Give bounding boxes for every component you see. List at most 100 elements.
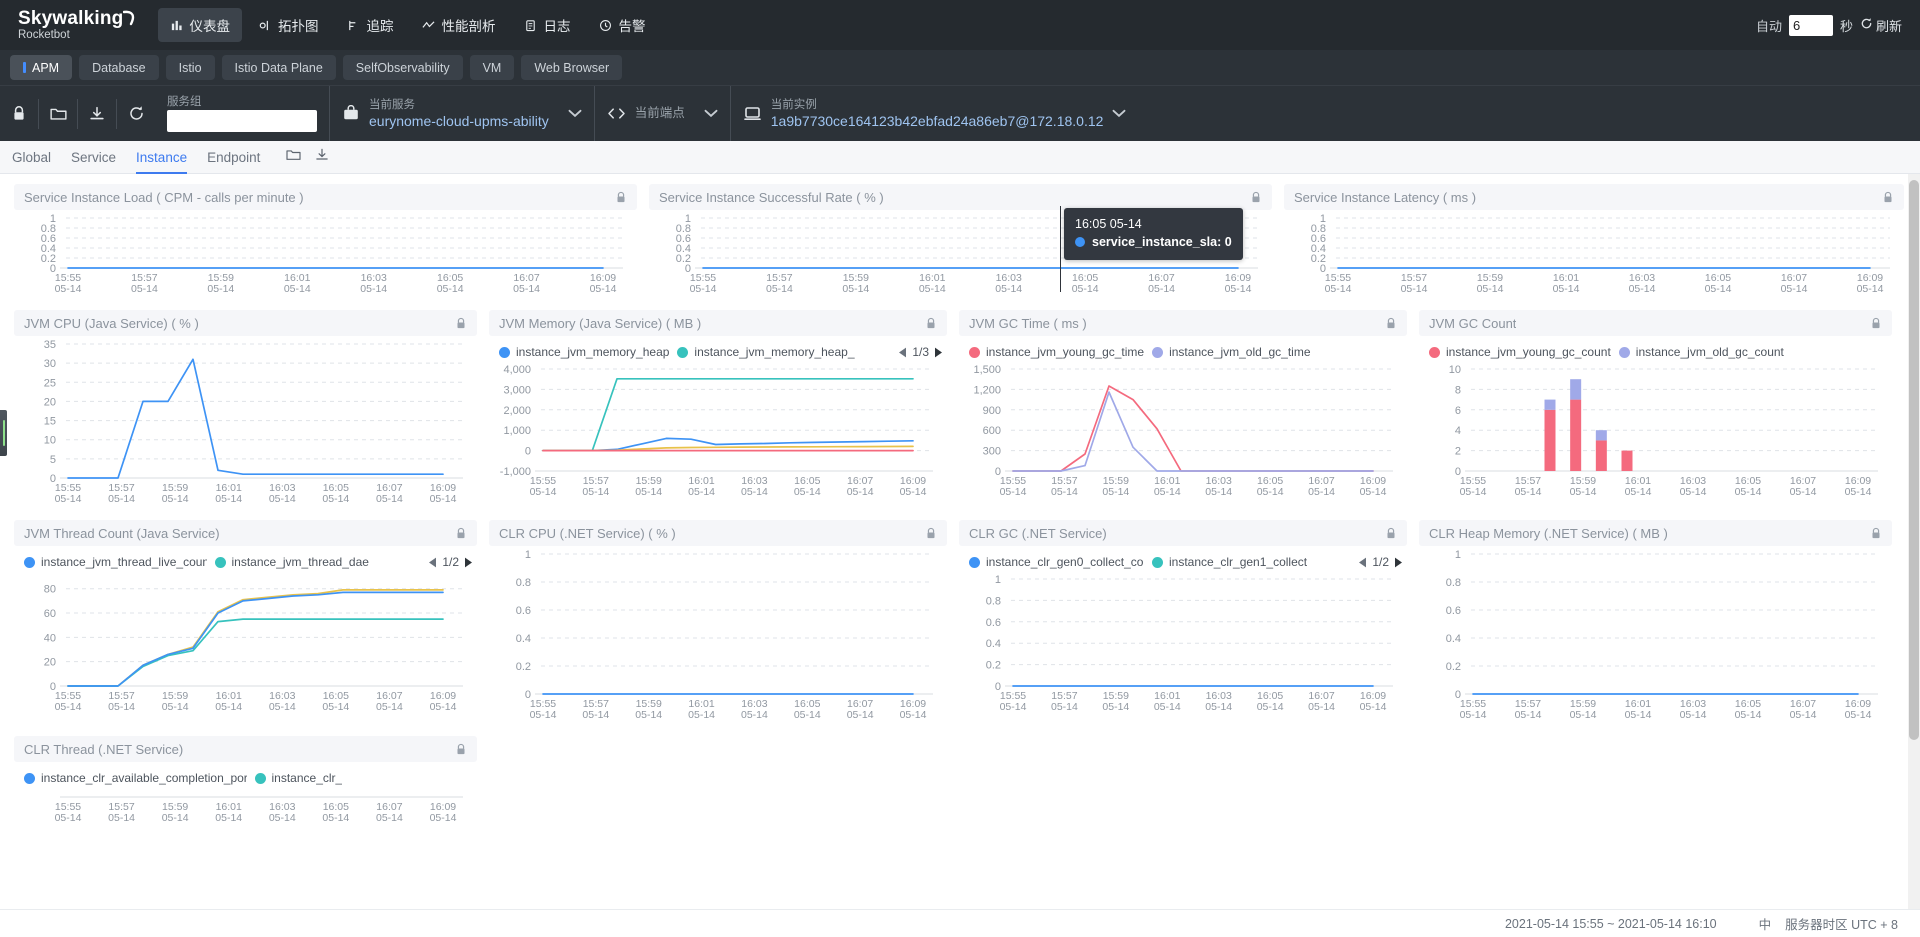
download-button[interactable] xyxy=(78,86,116,142)
chart-title: JVM Thread Count (Java Service) xyxy=(24,525,220,541)
folder-button[interactable] xyxy=(39,86,77,142)
chart-legend: instance_clr_gen0_collect_count instance_… xyxy=(959,546,1407,571)
dashboard-type-istio-data-plane[interactable]: Istio Data Plane xyxy=(221,55,336,80)
current-service-selector[interactable]: 当前服务 eurynome-cloud-upms-ability xyxy=(329,86,594,141)
sidebar-drag-handle[interactable] xyxy=(0,410,7,456)
current-endpoint-selector[interactable]: 当前端点 xyxy=(593,86,730,141)
dashboard-type-web-browser[interactable]: Web Browser xyxy=(521,55,623,80)
chart-plot[interactable]: 0 20 40 60 80 15:55 05-14 15:57 05-14 15:59 05-14 1… xyxy=(14,571,477,716)
legend-item[interactable]: instance_jvm_young_gc_count xyxy=(1429,345,1611,359)
svg-text:05-14: 05-14 xyxy=(919,283,946,295)
svg-text:05-14: 05-14 xyxy=(1401,283,1428,295)
chart-plot[interactable]: 0 0.2 0.4 0.6 0.8 1 15:55 05-14 15:57 05-14 15:59 0… xyxy=(489,546,947,724)
svg-text:05-14: 05-14 xyxy=(1072,283,1099,295)
legend-prev-button[interactable] xyxy=(428,557,437,568)
lock-button[interactable] xyxy=(0,86,38,142)
auto-refresh-interval-input[interactable] xyxy=(1788,14,1833,36)
svg-text:5: 5 xyxy=(50,454,56,466)
chart-plot[interactable]: 0 0.2 0.4 0.6 0.8 1 15:55 05-14 15:57 05-14 15:59 0… xyxy=(1284,210,1904,298)
legend-next-button[interactable] xyxy=(464,557,473,568)
tab-endpoint[interactable]: Endpoint xyxy=(207,141,260,174)
legend-item[interactable]: instance_jvm_memory_heap xyxy=(499,345,669,359)
lock-icon[interactable] xyxy=(1385,317,1397,330)
legend-next-button[interactable] xyxy=(1394,557,1403,568)
chart-plot[interactable]: 15:55 05-14 15:57 05-14 15:59 05-14 16:01 05-14… xyxy=(14,787,477,827)
svg-text:35: 35 xyxy=(44,339,56,351)
legend-item[interactable]: instance_clr_gen0_collect_count xyxy=(969,555,1144,569)
svg-text:05-14: 05-14 xyxy=(55,701,82,713)
tab-service[interactable]: Service xyxy=(71,141,116,174)
service-group-input[interactable] xyxy=(167,110,317,132)
svg-text:05-14: 05-14 xyxy=(1051,486,1078,498)
legend-item[interactable]: instance_jvm_young_gc_time xyxy=(969,345,1144,359)
lock-icon[interactable] xyxy=(1385,527,1397,540)
svg-text:05-14: 05-14 xyxy=(55,283,82,295)
chevron-down-icon[interactable] xyxy=(568,109,582,118)
tab-global[interactable]: Global xyxy=(12,141,51,174)
svg-text:05-14: 05-14 xyxy=(1857,283,1884,295)
dashboard-type-apm[interactable]: APM xyxy=(10,55,73,80)
chart-plot[interactable]: 0 0.2 0.4 0.6 0.8 1 15:55 05-14 15:57 05-14 15:59 0… xyxy=(959,571,1407,716)
lock-icon[interactable] xyxy=(925,527,937,540)
legend-item[interactable]: instance_jvm_thread_live_count xyxy=(24,555,207,569)
tab-instance[interactable]: Instance xyxy=(136,141,188,174)
legend-item[interactable]: instance_jvm_old_gc_count xyxy=(1618,345,1784,359)
chart-plot[interactable]: -1,000 0 1,000 2,000 3,000 4,000 15:55 05-14 15:… xyxy=(489,361,947,501)
legend-prev-button[interactable] xyxy=(1358,557,1367,568)
current-instance-selector[interactable]: 当前实例 1a9b7730ce164123b42ebfad24a86eb7@17… xyxy=(729,86,1139,141)
chart-plot[interactable]: 0 5 10 15 20 25 30 35 15:55 05-14 15:57 05-14 15:59 0… xyxy=(14,336,477,508)
legend-prev-button[interactable] xyxy=(898,347,907,358)
nav-item-trace[interactable]: 追踪 xyxy=(335,8,406,42)
language-toggle[interactable]: 中 xyxy=(1759,914,1772,933)
legend-next-button[interactable] xyxy=(934,347,943,358)
dashboard-icon xyxy=(170,18,184,32)
svg-text:-1,000: -1,000 xyxy=(500,466,531,478)
legend-item[interactable]: instance_clr_gen1_collect xyxy=(1152,555,1307,569)
dashboard-type-istio[interactable]: Istio xyxy=(165,55,215,80)
refresh-button[interactable]: 刷新 xyxy=(1860,16,1902,35)
nav-item-profile[interactable]: 性能剖析 xyxy=(410,8,508,42)
chart-card-clr-heap-memory: CLR Heap Memory (.NET Service) ( MB ) 0 0.… xyxy=(1413,516,1898,732)
dashboard-type-vm[interactable]: VM xyxy=(469,55,515,80)
scrollbar-thumb[interactable] xyxy=(1909,180,1919,740)
legend-item[interactable]: instance_clr_ xyxy=(254,771,342,785)
lock-icon[interactable] xyxy=(1870,527,1882,540)
lock-icon[interactable] xyxy=(455,317,467,330)
lock-icon[interactable] xyxy=(1250,191,1262,204)
chart-plot[interactable]: 0 300 600 900 1,200 1,500 15:55 05-14 15:57 05-14… xyxy=(959,361,1407,501)
legend-item[interactable]: instance_jvm_thread_dae xyxy=(214,555,369,569)
vertical-scrollbar[interactable] xyxy=(1908,174,1920,909)
legend-item[interactable]: instance_jvm_old_gc_time xyxy=(1152,345,1311,359)
lock-icon[interactable] xyxy=(1882,191,1894,204)
nav-item-dashboard[interactable]: 仪表盘 xyxy=(157,8,242,42)
nav-item-topology[interactable]: 拓扑图 xyxy=(246,8,331,42)
chart-plot[interactable]: 0 0.2 0.4 0.6 0.8 1 15:55 05-14 15:57 05-14 15:59 0… xyxy=(1419,546,1892,724)
svg-text:05-14: 05-14 xyxy=(900,486,927,498)
lock-icon[interactable] xyxy=(925,317,937,330)
dashboard-type-selfobservability[interactable]: SelfObservability xyxy=(342,55,463,80)
legend-item[interactable]: instance_clr_available_completion_port_t… xyxy=(24,771,247,785)
svg-text:600: 600 xyxy=(983,425,1001,437)
service-group-selector[interactable]: 服务组 xyxy=(155,86,329,141)
folder-icon[interactable] xyxy=(286,148,301,166)
reload-button[interactable] xyxy=(117,86,155,142)
svg-text:05-14: 05-14 xyxy=(284,283,311,295)
legend-color-dot xyxy=(499,346,510,358)
legend-label: instance_jvm_thread_live_count xyxy=(41,555,207,569)
nav-item-alarm[interactable]: 告警 xyxy=(587,8,658,42)
chevron-down-icon[interactable] xyxy=(704,109,718,118)
lock-icon[interactable] xyxy=(455,743,467,756)
legend-item[interactable]: instance_jvm_memory_heap_ xyxy=(677,345,855,359)
lock-icon[interactable] xyxy=(1870,317,1882,330)
dashboard-type-database[interactable]: Database xyxy=(79,55,159,80)
lock-icon[interactable] xyxy=(455,527,467,540)
legend-color-dot xyxy=(214,556,226,568)
lock-icon[interactable] xyxy=(615,191,627,204)
chart-plot[interactable]: 0 0.2 0.4 0.6 0.8 1 15:55 05-14 15:57 05-14 15:59 0… xyxy=(14,210,637,298)
download-icon[interactable] xyxy=(315,148,329,167)
chart-plot[interactable]: 0 2 4 6 8 10 15:55 05-14 15:57 05-14 15:59 05-14 16:… xyxy=(1419,361,1892,501)
nav-item-log[interactable]: 日志 xyxy=(512,8,583,42)
chart-title: Service Instance Load ( CPM - calls per … xyxy=(24,189,304,205)
svg-text:8: 8 xyxy=(1455,384,1461,396)
chevron-down-icon[interactable] xyxy=(1112,109,1126,118)
